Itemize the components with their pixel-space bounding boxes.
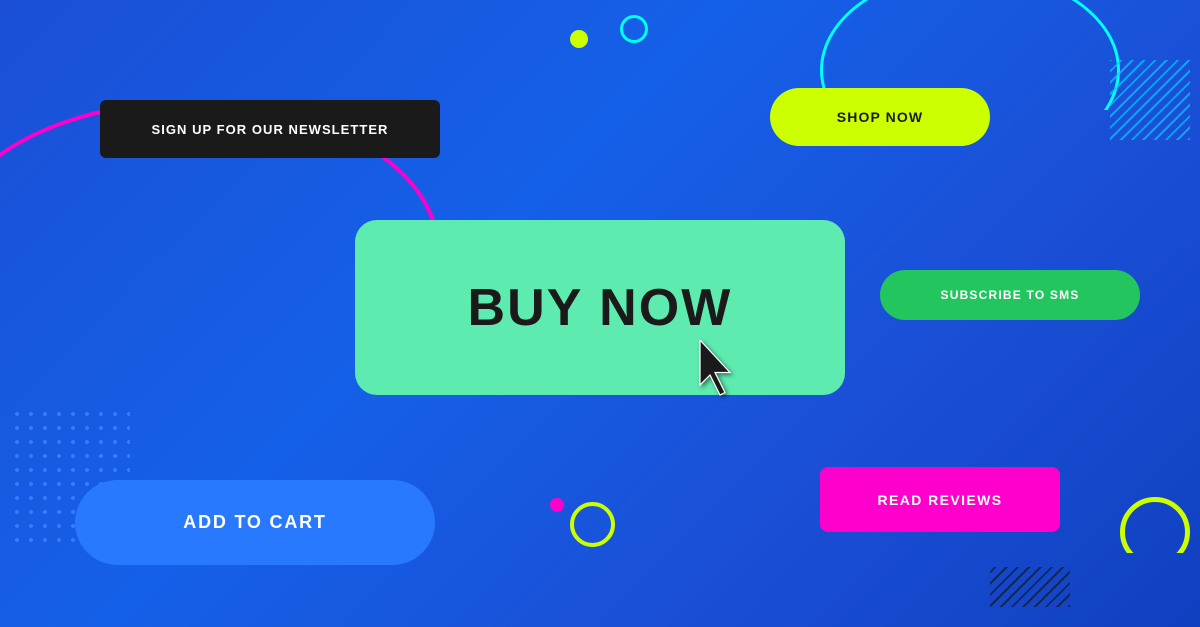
subscribe-sms-button[interactable]: SUBSCRIBE TO SMS [880,270,1140,320]
buy-now-button[interactable]: BUY NOW [355,220,845,395]
newsletter-button[interactable]: SIGN UP FOR OUR NEWSLETTER [100,100,440,158]
shop-now-button[interactable]: SHOP NOW [770,88,990,146]
add-to-cart-button[interactable]: ADD TO CART [75,480,435,565]
read-reviews-button[interactable]: READ REVIEWS [820,467,1060,532]
